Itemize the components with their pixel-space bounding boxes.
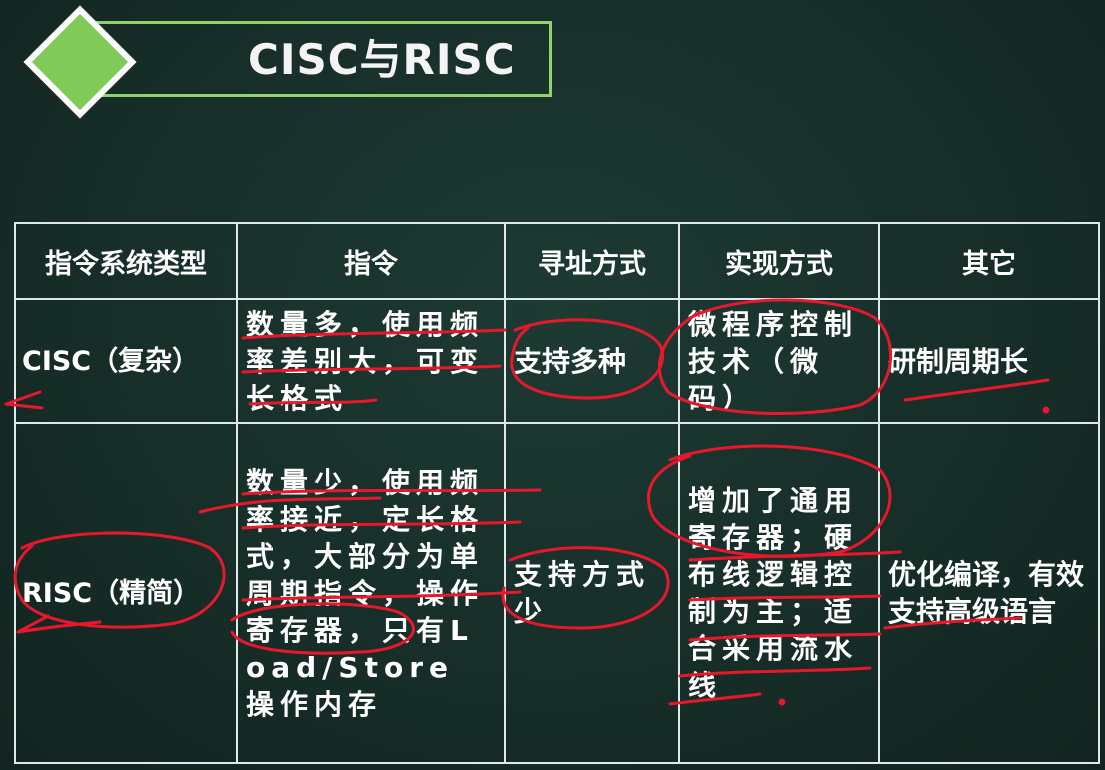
header-type: 指令系统类型 [14,222,238,300]
header-addressing: 寻址方式 [504,222,680,300]
cisc-implementation-cell: 微程序控制技术（微码） [678,298,880,424]
cisc-instruction-cell: 数量多，使用频率差别大，可变长格式 [236,298,506,424]
risc-type-cell: RISC（精简） [14,422,238,764]
cisc-addressing-cell: 支持多种 [504,298,680,424]
risc-implementation-cell: 增加了通用寄存器；硬布线逻辑控制为主；适合采用流水线 [678,422,880,764]
header-other: 其它 [878,222,1100,300]
risc-other-cell: 优化编译，有效支持高级语言 [878,422,1100,764]
comparison-table: 指令系统类型 指令 寻址方式 实现方式 其它 CISC（复杂） 数量多，使用频率… [14,222,1100,764]
risc-instruction-cell: 数量少，使用频率接近，定长格式，大部分为单周期指令，操作寄存器，只有Load/S… [236,422,506,764]
slide-title: CISC与RISC [248,35,516,84]
table-row-cisc: CISC（复杂） 数量多，使用频率差别大，可变长格式 支持多种 微程序控制技术（… [14,298,1100,424]
cisc-type-cell: CISC（复杂） [14,298,238,424]
diamond-icon [22,5,140,119]
header-row: 指令系统类型 指令 寻址方式 实现方式 其它 [14,222,1100,300]
header-implementation: 实现方式 [678,222,880,300]
table-row-risc: RISC（精简） 数量少，使用频率接近，定长格式，大部分为单周期指令，操作寄存器… [14,422,1100,764]
cisc-other-cell: 研制周期长 [878,298,1100,424]
risc-addressing-cell: 支持方式少 [504,422,680,764]
header-instruction: 指令 [236,222,506,300]
